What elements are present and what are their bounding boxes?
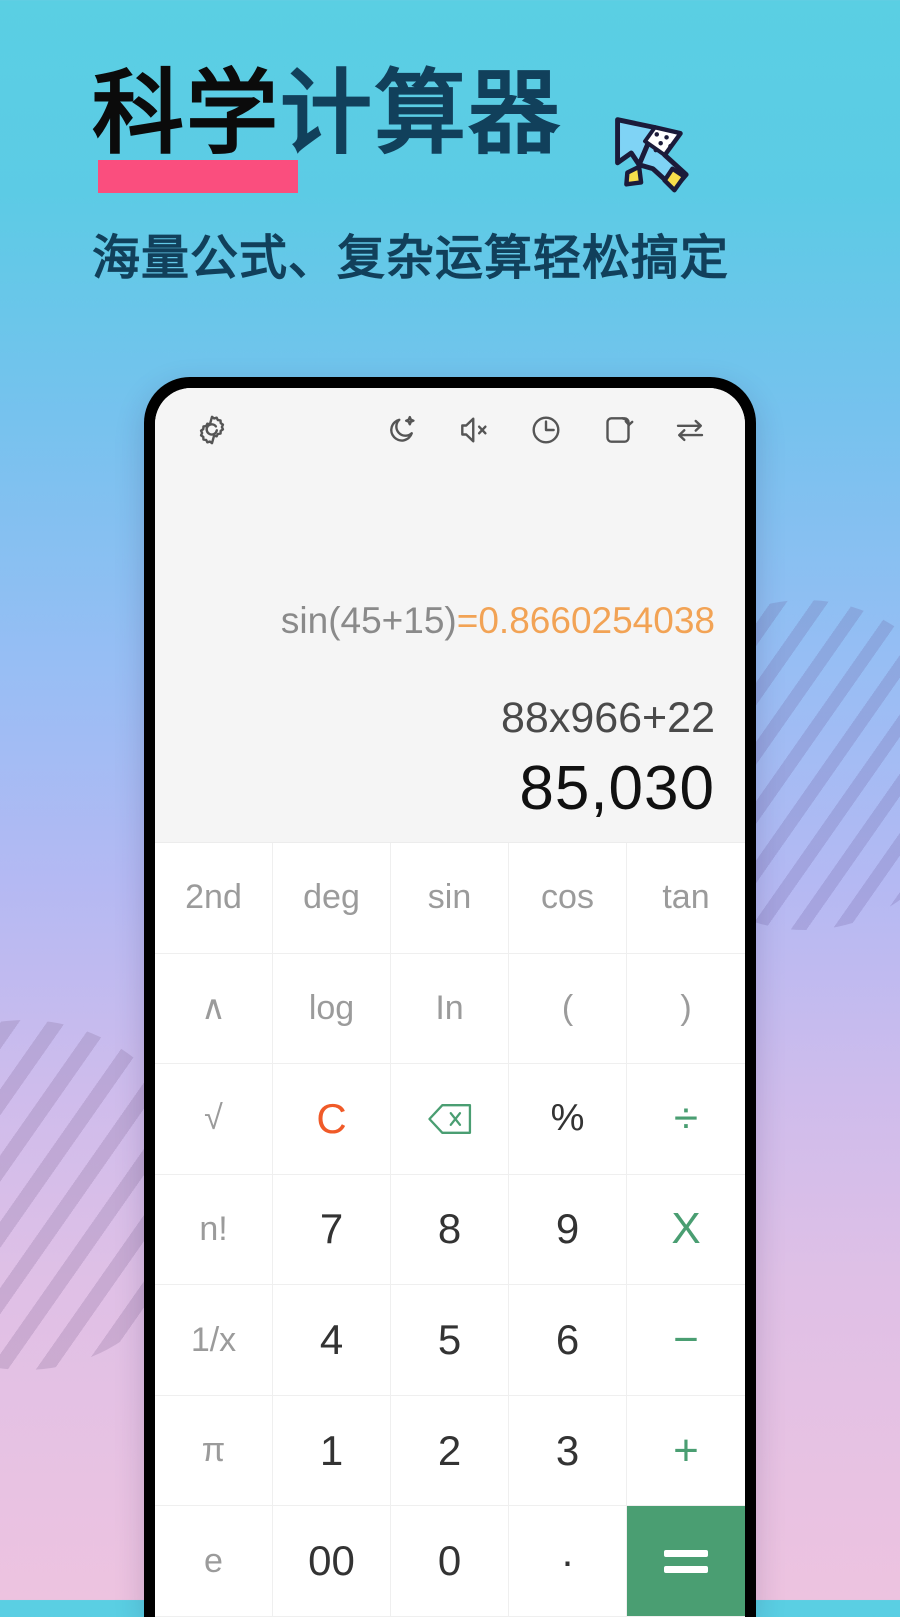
promo-title-part1: 科学 [92, 60, 281, 167]
history-expression: sin(45+15) [280, 600, 457, 641]
key-5[interactable]: 5 [391, 1285, 509, 1396]
cursor-arrow-icon [596, 104, 694, 202]
clock-icon[interactable] [525, 409, 567, 451]
gear-icon[interactable] [191, 409, 233, 451]
key-sym-10[interactable]: √ [155, 1064, 273, 1175]
key-sym-24[interactable]: − [627, 1285, 745, 1396]
swap-arrows-icon[interactable] [669, 409, 711, 451]
key-sym-25[interactable]: π [155, 1395, 273, 1507]
speaker-mute-icon[interactable] [453, 409, 495, 451]
key-1[interactable]: 1 [273, 1395, 391, 1507]
key-sin[interactable]: sin [391, 843, 509, 954]
key-c[interactable]: C [273, 1064, 391, 1175]
key-sym-29[interactable]: + [627, 1396, 745, 1507]
key-2[interactable]: 2 [391, 1395, 509, 1507]
current-result: 85,030 [519, 754, 715, 823]
key-in[interactable]: In [391, 953, 509, 1065]
phone-screen: sin(45+15)=0.8660254038 88x966+22 85,030… [155, 388, 745, 1617]
backspace-icon[interactable] [391, 1064, 509, 1175]
key-8[interactable]: 8 [391, 1174, 509, 1286]
key-sym-5[interactable]: ∧ [155, 953, 273, 1065]
key-deg[interactable]: deg [273, 843, 391, 954]
key-sym-9[interactable]: ) [627, 954, 745, 1065]
key-0[interactable]: 0 [391, 1506, 509, 1617]
promo-title-part2: 计算器 [280, 60, 563, 167]
key-4[interactable]: 4 [273, 1285, 391, 1396]
history-result: 0.8660254038 [478, 600, 715, 641]
calculator-display: sin(45+15)=0.8660254038 88x966+22 85,030 [155, 472, 745, 842]
key-6[interactable]: 6 [509, 1285, 627, 1396]
key-log[interactable]: log [273, 953, 391, 1065]
key-cos[interactable]: cos [509, 843, 627, 954]
current-expression: 88x966+22 [500, 694, 715, 742]
rotate-screen-icon[interactable] [597, 409, 639, 451]
calculator-keypad: 2nd deg sin cos tan ∧ log In() √ C% ÷ n! 7 8 9 X 1/x 4 5 6−… [155, 842, 745, 1617]
promo-title: 科学 计算器 [92, 68, 562, 160]
key-9[interactable]: 9 [509, 1174, 627, 1286]
key-sym-14[interactable]: ÷ [627, 1064, 745, 1175]
history-line: sin(45+15)=0.8660254038 [185, 600, 715, 642]
key-7[interactable]: 7 [273, 1174, 391, 1286]
key-sym-33[interactable]: · [509, 1506, 627, 1617]
key-equals[interactable] [627, 1506, 745, 1617]
app-toolbar [155, 388, 745, 472]
key-sym-8[interactable]: ( [509, 953, 627, 1065]
key-x[interactable]: X [627, 1175, 745, 1286]
key-e[interactable]: e [155, 1506, 273, 1617]
moon-sparkle-icon[interactable] [381, 409, 423, 451]
phone-mockup: sin(45+15)=0.8660254038 88x966+22 85,030… [144, 377, 756, 1617]
key-tan[interactable]: tan [627, 843, 745, 954]
key-2nd[interactable]: 2nd [155, 843, 273, 954]
key-1-x[interactable]: 1/x [155, 1285, 273, 1396]
key-3[interactable]: 3 [509, 1395, 627, 1507]
key-00[interactable]: 00 [273, 1506, 391, 1617]
key-n-[interactable]: n! [155, 1174, 273, 1286]
key-sym-13[interactable]: % [509, 1064, 627, 1175]
promo-subtitle: 海量公式、复杂运算轻松搞定 [92, 230, 730, 286]
history-equals: = [456, 600, 479, 641]
